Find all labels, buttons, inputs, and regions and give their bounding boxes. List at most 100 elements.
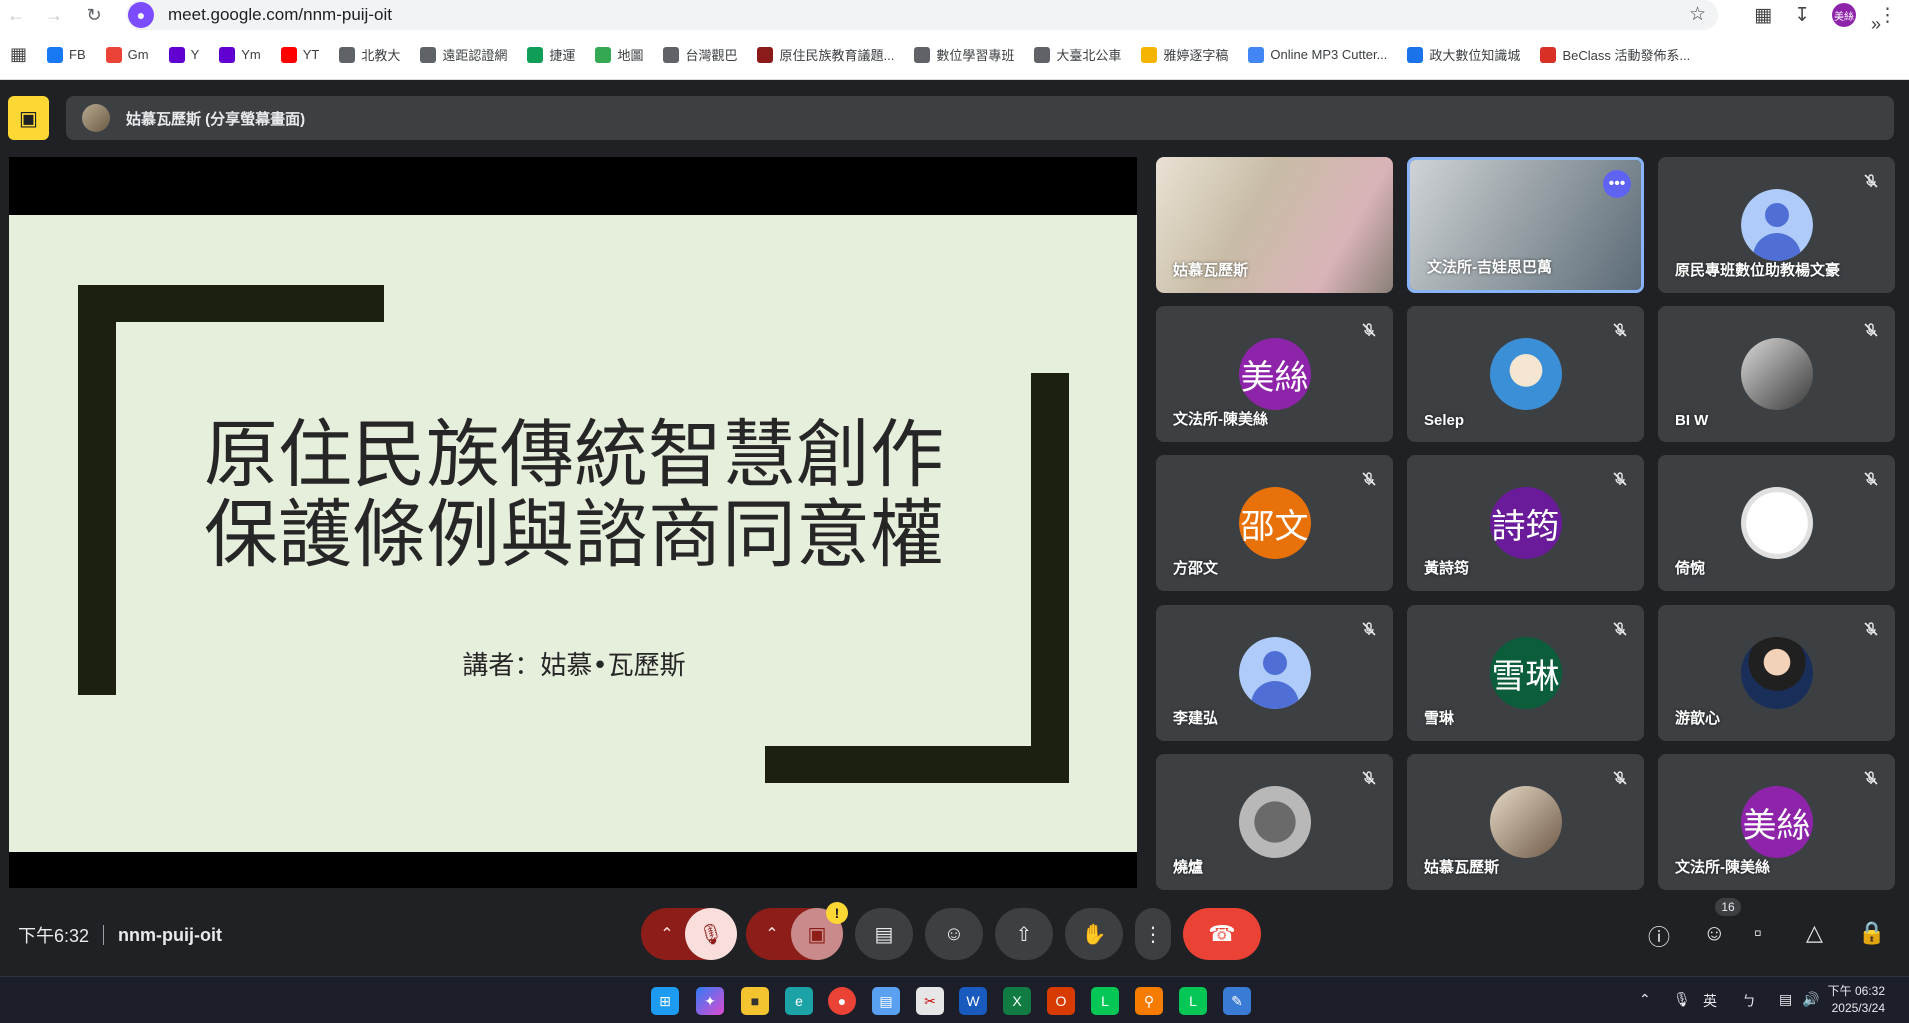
microphone-active-icon[interactable]: ●	[128, 2, 154, 28]
participant-tile[interactable]: 美絲 文法所-陳美絲	[1156, 306, 1393, 442]
meeting-details-icon[interactable]: ⓘ	[1648, 920, 1670, 952]
people-icon[interactable]: ☺	[1703, 920, 1725, 946]
extensions-icon[interactable]: ▦	[1754, 4, 1772, 27]
snipping-tool-icon[interactable]: ✂	[916, 987, 944, 1015]
tile-options-icon[interactable]: •••	[1603, 170, 1631, 198]
present-now-button[interactable]: ⇧	[995, 908, 1053, 960]
edge-icon[interactable]: e	[785, 987, 813, 1015]
network-icon[interactable]: ▤	[1779, 991, 1792, 1008]
muted-mic-icon	[1359, 768, 1379, 788]
bookmark-item[interactable]: 地圖	[595, 45, 643, 64]
participant-tile[interactable]: BI W	[1658, 306, 1895, 442]
host-controls-icon[interactable]: 🔒	[1858, 920, 1885, 946]
bookmark-item[interactable]: FB	[47, 46, 86, 63]
tray-chevron-icon[interactable]: ⌃	[1639, 991, 1651, 1008]
back-arrow-icon[interactable]: ←	[0, 0, 32, 30]
bookmark-item[interactable]: 遠距認證網	[420, 45, 507, 64]
shared-screen[interactable]: 原住民族傳統智慧創作 保護條例與諮商同意權 講者：姑慕•瓦歷斯	[9, 157, 1137, 888]
participant-tile[interactable]: 姑慕瓦歷斯	[1156, 157, 1393, 293]
muted-mic-icon	[1861, 469, 1881, 489]
participant-tile[interactable]: 游歆心	[1658, 605, 1895, 741]
ime-language[interactable]: 英	[1703, 991, 1717, 1011]
profile-avatar[interactable]: 美絲	[1832, 3, 1856, 27]
participant-tile[interactable]: 李建弘	[1156, 605, 1393, 741]
bookmark-item[interactable]: 捷運	[527, 45, 575, 64]
participant-name: 方邵文	[1173, 560, 1219, 577]
download-icon[interactable]: ↧	[1794, 4, 1810, 27]
bookmark-item[interactable]: 政大數位知識城	[1407, 45, 1520, 64]
bookmark-item[interactable]: 北教大	[339, 45, 400, 64]
stop-presenting-icon[interactable]: ▣	[8, 96, 49, 140]
participant-name: 姑慕瓦歷斯	[1424, 859, 1500, 876]
captions-button[interactable]: ▤	[855, 908, 913, 960]
participant-tile[interactable]: 雪琳 雪琳	[1407, 605, 1644, 741]
bookmark-item[interactable]: Y	[168, 46, 200, 63]
more-options-button[interactable]: ⋮	[1135, 908, 1171, 960]
microphone-off-button[interactable]: 🎙	[685, 908, 737, 960]
tray-microphone-icon[interactable]: 🎙	[1673, 991, 1691, 1008]
participant-photo-avatar	[1740, 637, 1813, 709]
file-explorer-icon[interactable]: ■	[741, 987, 769, 1015]
copilot-icon[interactable]: ✦	[696, 987, 724, 1015]
reactions-button[interactable]: ☺	[925, 908, 983, 960]
bookmark-label: BeClass 活動發佈系...	[1562, 48, 1691, 63]
excel-icon[interactable]: X	[1003, 987, 1031, 1015]
bookmark-star-icon[interactable]: ☆	[1689, 3, 1706, 26]
bookmark-item[interactable]: Ym	[219, 46, 261, 63]
participant-tile[interactable]: 倚惋	[1658, 455, 1895, 591]
participant-name: 文法所-陳美絲	[1675, 859, 1770, 876]
windows-start-icon[interactable]: ⊞	[651, 987, 679, 1015]
apps-grid-icon[interactable]: ▦	[10, 44, 27, 65]
chrome-icon[interactable]: ●	[828, 987, 856, 1015]
bookmark-item[interactable]: 雅婷逐字稿	[1141, 45, 1228, 64]
participant-tile[interactable]: 邵文 方邵文	[1156, 455, 1393, 591]
volume-icon[interactable]: 🔊	[1802, 991, 1819, 1008]
mp3-cutter-icon	[1248, 46, 1265, 63]
bookmark-item[interactable]: 台灣觀巴	[663, 45, 737, 64]
meeting-info: 下午6:32 nnm-puij-oit	[18, 922, 222, 948]
participant-tile[interactable]: 美絲 文法所-陳美絲	[1658, 754, 1895, 890]
maps-icon	[595, 46, 612, 63]
participant-tile[interactable]: Selep	[1407, 306, 1644, 442]
bookmark-item[interactable]: 數位學習專班	[914, 45, 1014, 64]
participant-count-badge: 16	[1715, 898, 1741, 916]
url-text: meet.google.com/nnm-puij-oit	[168, 5, 392, 24]
office-icon[interactable]: O	[1047, 987, 1075, 1015]
bookmark-item[interactable]: Online MP3 Cutter...	[1248, 46, 1388, 63]
system-clock[interactable]: 下午 06:32 2025/3/24	[1828, 983, 1885, 1017]
line-second-icon[interactable]: L	[1179, 987, 1207, 1015]
bookmark-item[interactable]: Gm	[105, 46, 149, 63]
participant-tile[interactable]: 原民專班數位助教楊文豪	[1658, 157, 1895, 293]
bookmark-item[interactable]: 原住民族教育議題...	[757, 45, 894, 64]
ime-mode[interactable]: ㄅ	[1742, 991, 1756, 1011]
participant-tile[interactable]: ••• 文法所-吉娃思巴萬	[1407, 157, 1644, 293]
bookmark-label: Y	[190, 47, 200, 62]
chat-icon[interactable]: ▫	[1754, 920, 1762, 946]
line-icon[interactable]: L	[1091, 987, 1119, 1015]
forward-arrow-icon[interactable]: →	[38, 0, 70, 30]
raise-hand-button[interactable]: ✋	[1065, 908, 1123, 960]
leave-call-button[interactable]: ☎	[1183, 908, 1261, 960]
participant-name: 燒爐	[1173, 859, 1204, 876]
bookmarks-bar: ▦ FB Gm Y Ym YT 北教大 遠距認證網 捷運 地圖 台灣觀巴 原住民族教育議題... 數位…	[0, 30, 1909, 80]
bookmark-label: 雅婷逐字稿	[1163, 48, 1229, 63]
bookmark-item[interactable]: 大臺北公車	[1034, 45, 1121, 64]
bookmark-label: 政大數位知識城	[1429, 48, 1521, 63]
muted-mic-icon	[1610, 320, 1630, 340]
bookmark-label: Online MP3 Cutter...	[1270, 47, 1388, 62]
paint-icon[interactable]: ✎	[1223, 987, 1251, 1015]
word-icon[interactable]: W	[959, 987, 987, 1015]
bookmark-item[interactable]: YT	[280, 46, 319, 63]
bookmark-item[interactable]: BeClass 活動發佈系...	[1540, 45, 1690, 64]
activities-icon[interactable]: △	[1806, 920, 1823, 946]
participant-tile[interactable]: 姑慕瓦歷斯	[1407, 754, 1644, 890]
address-bar[interactable]: ● meet.google.com/nnm-puij-oit ☆	[126, 0, 1718, 30]
participant-tile[interactable]: 燒爐	[1156, 754, 1393, 890]
bookmark-label: Gm	[127, 47, 149, 62]
bookmarks-overflow-icon[interactable]: »	[1871, 14, 1881, 35]
participant-photo-avatar	[1740, 487, 1813, 559]
participant-tile[interactable]: 詩筠 黃詩筠	[1407, 455, 1644, 591]
notepad-icon[interactable]: ▤	[872, 987, 900, 1015]
reload-icon[interactable]: ↻	[78, 0, 110, 30]
search-tool-icon[interactable]: ⚲	[1135, 987, 1163, 1015]
